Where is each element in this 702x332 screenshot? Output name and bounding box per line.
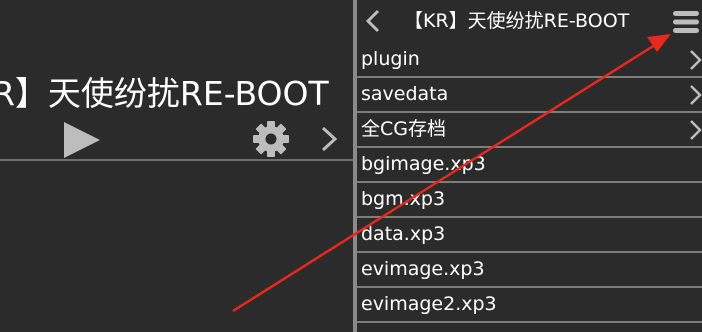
list-item-label: 全CG存档	[361, 118, 446, 140]
list-item-file[interactable]: evimage2.xp3	[357, 289, 702, 323]
gear-icon[interactable]	[252, 120, 290, 158]
chevron-right-icon[interactable]	[318, 124, 340, 154]
file-browser-header: 【KR】天使纷扰RE-BOOT	[357, 0, 702, 44]
file-browser-panel: 【KR】天使纷扰RE-BOOT plugin savedata 全CG存档 bg…	[357, 0, 702, 332]
list-item-label: bgimage.xp3	[361, 153, 486, 175]
left-panel: R】天使纷扰RE-BOOT	[0, 0, 353, 332]
play-icon[interactable]	[62, 120, 102, 160]
game-title: R】天使纷扰RE-BOOT	[0, 74, 329, 113]
list-item-file[interactable]: bgm.xp3	[357, 184, 702, 218]
list-item-label: evimage.xp3	[361, 258, 485, 280]
folder-title: 【KR】天使纷扰RE-BOOT	[404, 10, 630, 32]
chevron-left-icon[interactable]	[362, 8, 384, 34]
list-item-file[interactable]: data.xp3	[357, 219, 702, 253]
list-item-label: bgm.xp3	[361, 188, 446, 210]
list-item-label: savedata	[361, 83, 449, 105]
list-item-folder[interactable]: savedata	[357, 79, 702, 113]
chevron-right-icon	[690, 50, 702, 70]
list-item-label: evimage2.xp3	[361, 293, 497, 315]
list-item-label: plugin	[361, 48, 420, 70]
list-item-folder[interactable]: plugin	[357, 44, 702, 78]
chevron-right-icon	[690, 120, 702, 140]
list-item-folder[interactable]: 全CG存档	[357, 114, 702, 148]
list-item-file[interactable]: bgimage.xp3	[357, 149, 702, 183]
chevron-right-icon	[690, 85, 702, 105]
list-item-label: data.xp3	[361, 223, 446, 245]
divider	[0, 159, 353, 161]
list-item-file[interactable]: evimage.xp3	[357, 254, 702, 288]
menu-icon[interactable]	[671, 10, 701, 34]
